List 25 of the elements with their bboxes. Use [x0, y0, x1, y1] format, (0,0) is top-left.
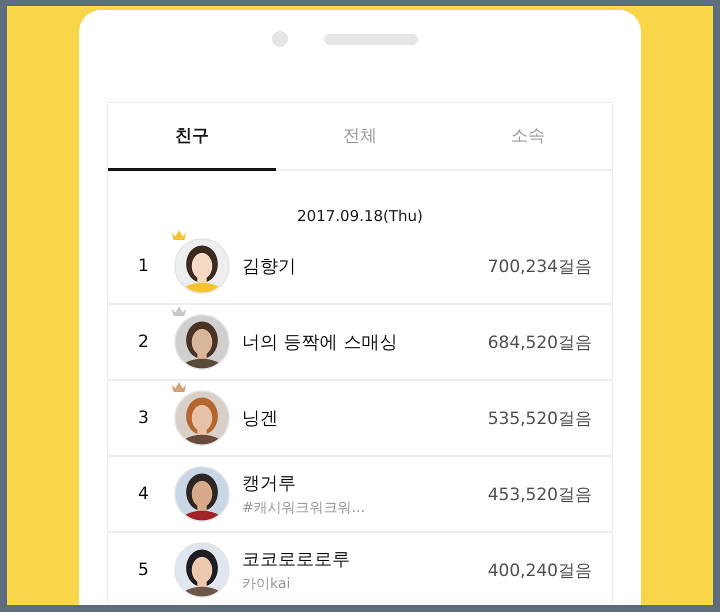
ranking-row[interactable]: 4 캥거루 #캐시워크워크워... 453,520걸음	[108, 457, 612, 533]
ranking-row[interactable]: 2 너의 등짝에 스매싱 684,520걸음	[108, 305, 612, 381]
ranking-row[interactable]: 5 코코로로로루 카이kai 400,240걸음	[108, 533, 612, 605]
step-count: 453,520걸음	[488, 484, 592, 506]
rank-number: 2	[138, 332, 150, 352]
status-message: 카이kai	[242, 575, 292, 593]
user-name: 코코로로로루	[242, 548, 351, 571]
user-name: 닝겐	[242, 407, 279, 430]
step-count: 684,520걸음	[488, 332, 592, 354]
user-name: 너의 등짝에 스매싱	[242, 331, 398, 354]
rank-number: 5	[138, 560, 150, 580]
step-count: 700,234걸음	[488, 256, 592, 278]
user-name: 캥거루	[242, 472, 297, 495]
camera-dot	[272, 31, 288, 47]
user-name: 김향기	[242, 255, 297, 278]
step-count: 400,240걸음	[488, 560, 592, 582]
ranking-row[interactable]: 1 김향기 700,234걸음	[108, 229, 612, 305]
rank-number: 3	[138, 408, 150, 428]
rank-number: 1	[138, 256, 150, 276]
date-label: 2017.09.18(Thu)	[296, 207, 424, 227]
status-message: #캐시워크워크워...	[242, 499, 366, 517]
ranking-row[interactable]: 3 닝겐 535,520걸음	[108, 381, 612, 457]
rank-number: 4	[138, 484, 150, 504]
tab[interactable]: 친구	[108, 103, 276, 171]
step-count: 535,520걸음	[488, 408, 592, 430]
